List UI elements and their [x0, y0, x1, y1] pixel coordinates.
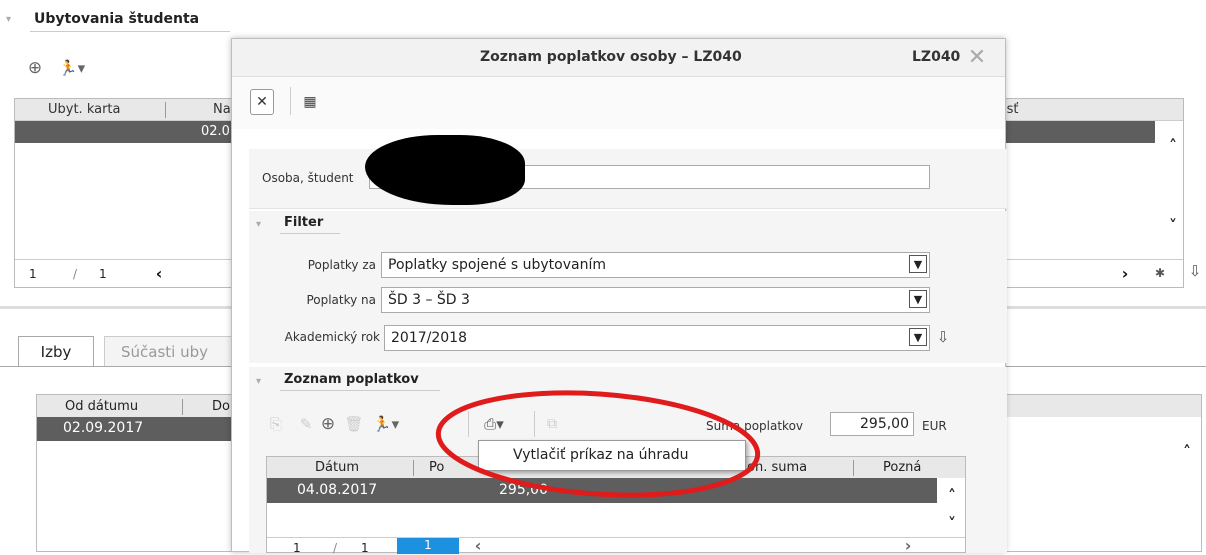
chevron-down-icon[interactable]: ▼: [909, 290, 927, 308]
list-collapse-icon[interactable]: ▾: [256, 376, 261, 387]
fees-pager-total: 1: [361, 541, 369, 555]
filter-title: Filter: [284, 215, 324, 230]
bg-pager-total: 1: [99, 267, 107, 281]
section-collapse-arrow[interactable]: ▾: [6, 14, 11, 25]
red-highlight-ellipse-shape: [435, 390, 761, 498]
fees-scroll-up-icon[interactable]: ˄: [944, 486, 960, 505]
currency-label: EUR: [922, 419, 947, 433]
export-down-icon[interactable]: ⇩: [1186, 262, 1204, 280]
next-page-icon[interactable]: ›: [901, 536, 915, 555]
gear-icon[interactable]: ✱: [1153, 265, 1167, 281]
bg-pager-sep: /: [73, 267, 78, 281]
export-down-icon[interactable]: ⇩: [934, 327, 952, 347]
chevron-down-icon[interactable]: ▼: [909, 255, 927, 273]
chevron-down-icon[interactable]: ▼: [909, 328, 927, 346]
fees-col-sep1: [413, 460, 414, 476]
bg-selected-cell: 02.0: [201, 124, 230, 139]
add-icon[interactable]: ⎘: [266, 413, 286, 435]
toolbar-sep: [290, 87, 291, 115]
scroll-up-icon[interactable]: ˄: [1165, 136, 1181, 155]
poplatky-na-select[interactable]: ŠD 3 – ŠD 3 ▼: [381, 287, 930, 313]
dialog-close-icon[interactable]: ✕: [965, 45, 989, 70]
prev-page-icon[interactable]: ‹: [151, 264, 167, 283]
dialog-title: Zoznam poplatkov osoby – LZ040: [480, 49, 742, 65]
fees-pager-line: [267, 537, 965, 538]
scroll-down-icon[interactable]: ˅: [1165, 216, 1181, 235]
fees-scroll-down-icon[interactable]: ˅: [944, 514, 960, 533]
bg-pager-page: 1: [29, 267, 37, 281]
fees-col-datum[interactable]: Dátum: [315, 460, 359, 475]
rok-label: Akademický rok: [284, 330, 380, 344]
filter-collapse-icon[interactable]: ▾: [256, 219, 261, 230]
poplatky-za-select[interactable]: Poplatky spojené s ubytovaním ▼: [381, 252, 930, 278]
zoom-in-icon[interactable]: ⊕: [318, 413, 338, 435]
fees-pager-page: 1: [293, 541, 301, 555]
tab-izby[interactable]: Izby: [18, 336, 94, 366]
person-label: Osoba, študent: [262, 171, 354, 185]
prev-page-icon[interactable]: ‹: [471, 536, 485, 555]
suma-field: 295,00: [830, 412, 914, 436]
filter-title-line: [280, 233, 340, 234]
fees-col-sep2: [853, 460, 854, 476]
bg-col-sep: [165, 102, 166, 118]
fees-pager-sep: /: [333, 541, 338, 555]
list-title: Zoznam poplatkov: [284, 372, 419, 387]
rok-select[interactable]: 2017/2018 ▼: [384, 325, 930, 351]
poplatky-za-label: Poplatky za: [307, 258, 376, 272]
dates-value: 02.09.2017: [63, 420, 144, 436]
section-title-line: [30, 31, 230, 32]
fees-col-pozn[interactable]: Pozná: [883, 460, 921, 475]
run-icon[interactable]: 🏃▾: [54, 58, 90, 78]
close-form-button[interactable]: ✕: [250, 89, 274, 115]
run-icon[interactable]: 🏃▾: [368, 413, 404, 435]
bg-col-ubyt[interactable]: Ubyt. karta: [48, 102, 121, 117]
dates-scroll-up-icon[interactable]: ˄: [1179, 442, 1195, 461]
dialog-code: LZ040: [912, 49, 961, 65]
zoom-in-icon[interactable]: ⊕: [24, 58, 46, 78]
dates-col-do[interactable]: Do: [212, 399, 230, 414]
rok-value: 2017/2018: [391, 330, 467, 346]
poplatky-na-value: ŠD 3 – ŠD 3: [388, 292, 470, 308]
poplatky-za-value: Poplatky spojené s ubytovaním: [388, 257, 606, 273]
dates-selected-row[interactable]: 02.09.2017: [37, 417, 237, 441]
next-page-icon[interactable]: ›: [1117, 264, 1133, 283]
delete-icon[interactable]: 🗑: [344, 413, 364, 435]
red-highlight-ellipse: [435, 390, 761, 498]
fees-row-date: 04.08.2017: [297, 482, 378, 498]
poplatky-na-label: Poplatky na: [306, 293, 376, 307]
org-structure-icon[interactable]: ▦: [300, 91, 320, 113]
dates-col-od[interactable]: Od dátumu: [65, 399, 138, 414]
edit-icon[interactable]: ✎: [296, 413, 316, 435]
list-title-line: [280, 390, 440, 391]
section-title: Ubytovania študenta: [34, 11, 200, 27]
dates-col-sep: [182, 399, 183, 415]
dialog-toolbar: [232, 77, 1005, 129]
bg-col-na[interactable]: Na: [213, 102, 231, 117]
tab-sucasti[interactable]: Súčasti uby: [104, 336, 234, 366]
